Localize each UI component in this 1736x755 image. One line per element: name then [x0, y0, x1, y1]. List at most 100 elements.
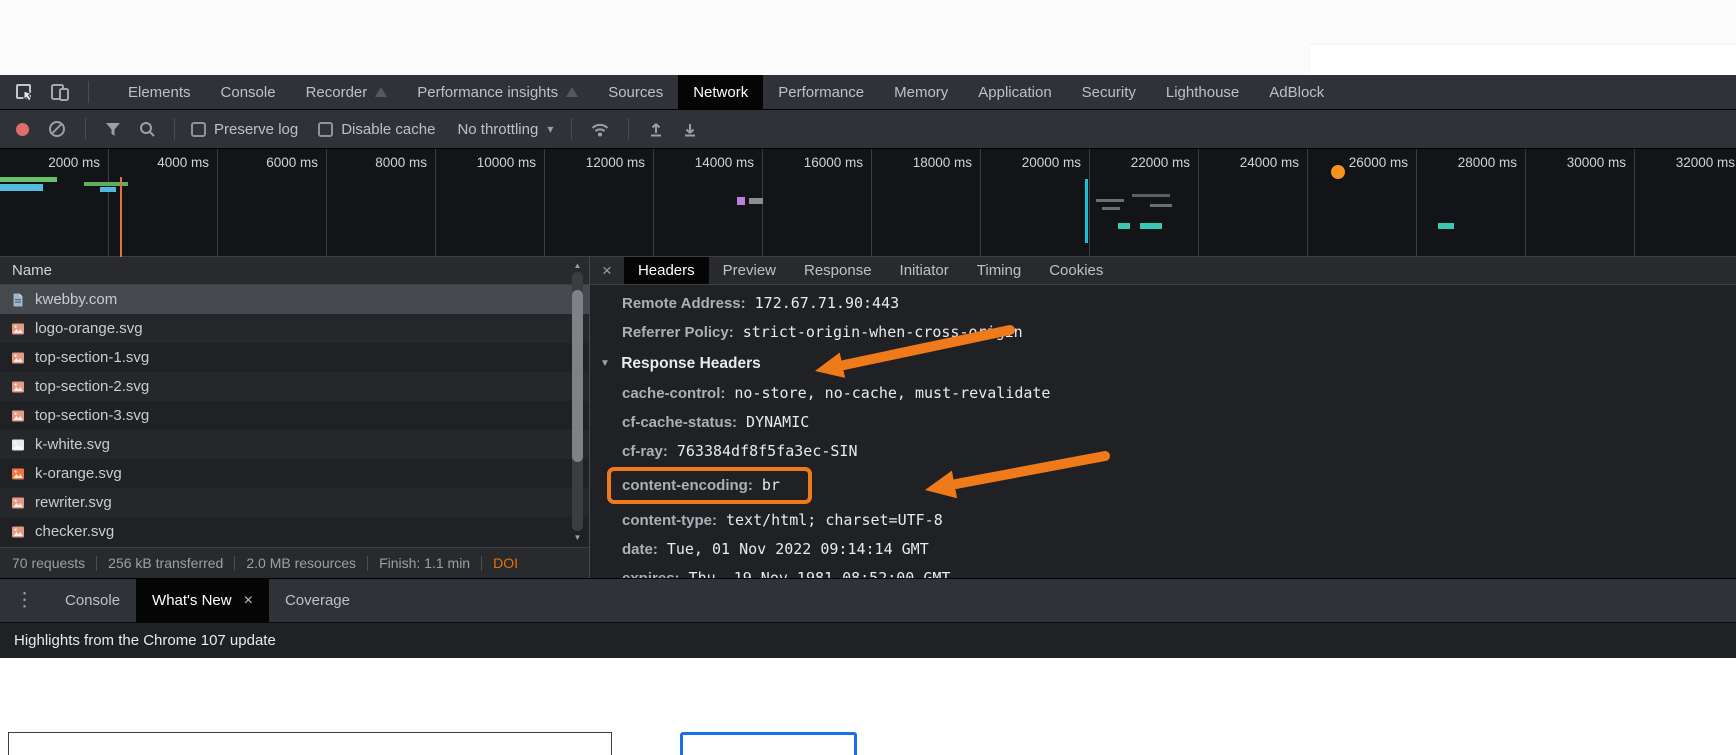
checkbox-icon: [318, 122, 333, 137]
network-overview-timeline[interactable]: 2000 ms 4000 ms 6000 ms 8000 ms 10000 ms…: [0, 149, 1736, 257]
timeline-mark: [1118, 223, 1130, 229]
drawer-tab[interactable]: Coverage ×: [269, 579, 366, 622]
timeline-mark: [100, 187, 116, 192]
details-tab[interactable]: Initiator: [886, 257, 963, 284]
timeline-mark: [749, 198, 763, 204]
file-type-icon: [10, 437, 26, 453]
close-icon[interactable]: ×: [590, 261, 624, 281]
drawer-tabs: Console × What's New × Coverage ×: [49, 579, 366, 622]
browser-page-area: [0, 0, 1736, 75]
device-toolbar-icon[interactable]: [42, 75, 78, 109]
disclosure-triangle-icon: ▼: [600, 349, 610, 379]
request-details-panel: × Headers Preview Response: [590, 257, 1736, 578]
name-column-header[interactable]: Name: [0, 257, 589, 285]
request-row[interactable]: top-section-3.svg: [0, 401, 589, 430]
file-type-icon: [10, 379, 26, 395]
close-icon[interactable]: ×: [244, 592, 253, 610]
file-type-icon: [10, 408, 26, 424]
main-panel-tab[interactable]: Performance: [763, 75, 879, 109]
request-row[interactable]: rewriter.svg: [0, 488, 589, 517]
inspect-cursor-icon: [14, 82, 34, 102]
request-row[interactable]: top-section-1.svg: [0, 343, 589, 372]
request-row[interactable]: top-section-2.svg: [0, 372, 589, 401]
network-main-area: Name kwebby.com: [0, 257, 1736, 578]
record-button[interactable]: [16, 123, 29, 136]
main-panel-tab[interactable]: Sources: [593, 75, 678, 109]
page-white-strip: [1310, 45, 1736, 75]
devtools-window: Elements Console Recorder Performance in…: [0, 0, 1736, 755]
overflow-menu-icon[interactable]: ⋮: [0, 589, 49, 612]
main-panel-tab[interactable]: Performance insights: [402, 75, 593, 109]
main-panel-tab[interactable]: Security: [1067, 75, 1151, 109]
file-type-icon: [10, 495, 26, 511]
main-panel-tab[interactable]: Console: [206, 75, 291, 109]
network-conditions-icon[interactable]: [582, 110, 618, 148]
timeline-mark: [0, 177, 57, 182]
drawer-tab[interactable]: What's New ×: [136, 579, 269, 622]
search-icon[interactable]: [130, 110, 164, 148]
import-har-icon[interactable]: [639, 110, 673, 148]
status-item: 70 requests: [12, 555, 85, 571]
network-status-bar: 70 requests 256 kB transferred 2.0 MB re…: [0, 547, 589, 578]
status-item: 2.0 MB resources: [223, 555, 356, 571]
scroll-down-icon[interactable]: ▼: [570, 531, 585, 544]
response-headers-section[interactable]: ▼ Response Headers: [590, 349, 1736, 379]
headers-content: Remote Address:172.67.71.90:443 Referrer…: [590, 285, 1736, 578]
whats-new-focused-item[interactable]: [680, 732, 857, 755]
requests-panel: Name kwebby.com: [0, 257, 590, 578]
response-header-row: content-encoding:br: [590, 466, 1736, 506]
divider: [88, 81, 89, 103]
divider: [85, 118, 86, 140]
scrollbar-thumb[interactable]: [572, 290, 583, 462]
request-row[interactable]: checker.svg: [0, 517, 589, 546]
network-toolbar: Preserve log Disable cache No throttling…: [0, 110, 1736, 149]
request-row[interactable]: logo-orange.svg: [0, 314, 589, 343]
request-row[interactable]: k-orange.svg: [0, 459, 589, 488]
main-panel-tab[interactable]: Memory: [879, 75, 963, 109]
main-panel-tab[interactable]: Application: [963, 75, 1066, 109]
scroll-up-icon[interactable]: ▲: [570, 259, 585, 272]
main-panel-tab[interactable]: Network: [678, 75, 763, 109]
scrollbar[interactable]: ▲ ▼: [570, 259, 585, 544]
preview-feature-icon: [566, 87, 578, 97]
request-row[interactable]: k-white.svg: [0, 430, 589, 459]
response-header-row: cf-cache-status:DYNAMIC: [590, 408, 1736, 437]
main-panel-tab[interactable]: Elements: [113, 75, 206, 109]
request-name: k-orange.svg: [35, 465, 122, 482]
file-type-icon: [10, 466, 26, 482]
disable-cache-checkbox[interactable]: Disable cache: [318, 121, 435, 138]
filter-icon[interactable]: [96, 110, 130, 148]
divider: [571, 118, 572, 140]
timeline-marks: [0, 149, 1736, 256]
timeline-mark: [737, 197, 745, 205]
export-har-icon[interactable]: [673, 110, 707, 148]
response-header-row: date:Tue, 01 Nov 2022 09:14:14 GMT: [590, 535, 1736, 564]
request-name: kwebby.com: [35, 291, 117, 308]
whats-new-headline: Highlights from the Chrome 107 update: [0, 622, 1736, 658]
request-row[interactable]: kwebby.com: [0, 285, 589, 314]
timeline-mark: [1331, 165, 1345, 179]
request-name: checker.svg: [35, 523, 114, 540]
throttling-dropdown[interactable]: No throttling ▾: [457, 121, 553, 138]
details-tab[interactable]: Preview: [709, 257, 790, 284]
timeline-mark: [1085, 179, 1088, 243]
timeline-mark: [1438, 223, 1454, 229]
inspect-element-icon[interactable]: [6, 75, 42, 109]
preserve-log-checkbox[interactable]: Preserve log: [191, 121, 298, 138]
main-panel-tab[interactable]: Recorder: [291, 75, 403, 109]
file-type-icon: [10, 524, 26, 540]
main-panel-tab[interactable]: AdBlock: [1254, 75, 1339, 109]
details-tab[interactable]: Response: [790, 257, 886, 284]
main-panel-tab[interactable]: Lighthouse: [1151, 75, 1254, 109]
drawer-tab[interactable]: Console ×: [49, 579, 136, 622]
details-tab[interactable]: Headers: [624, 257, 709, 284]
details-tab[interactable]: Timing: [963, 257, 1035, 284]
file-type-icon: [10, 350, 26, 366]
timeline-mark: [1132, 194, 1170, 197]
details-tab[interactable]: Cookies: [1035, 257, 1117, 284]
clear-icon[interactable]: [49, 121, 65, 137]
response-header-row: expires:Thu, 19 Nov 1981 08:52:00 GMT: [590, 564, 1736, 578]
request-name: k-white.svg: [35, 436, 110, 453]
scrollbar-track[interactable]: [572, 272, 583, 531]
status-item: 256 kB transferred: [85, 555, 223, 571]
